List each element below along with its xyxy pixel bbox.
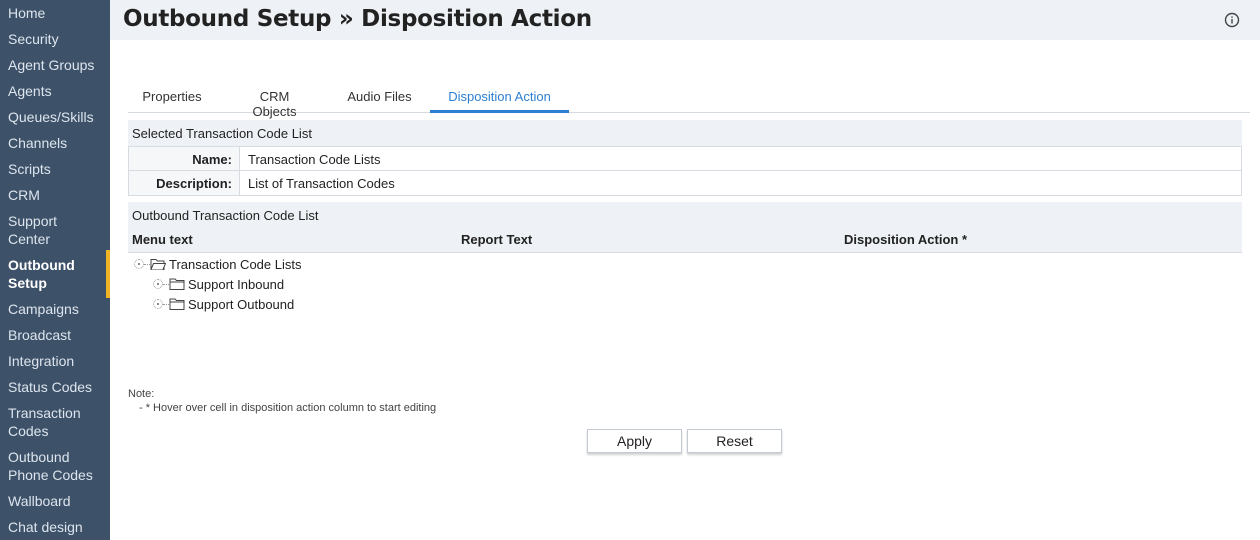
folder-icon [169,298,185,310]
sidebar-item-outbound-phone-codes[interactable]: Outbound Phone Codes [0,448,110,484]
sidebar-item-agents[interactable]: Agents [0,82,110,100]
tree-node-label[interactable]: Support Outbound [188,297,294,312]
tree-toggle-icon[interactable] [153,279,163,289]
note-title: Note: [128,388,155,400]
tab-properties[interactable]: Properties [142,89,202,113]
tab-disposition-action[interactable]: Disposition Action [430,89,569,113]
tree-node-child: Support Inbound [153,275,284,293]
tab-crm-objects[interactable]: CRM Objects [236,89,313,119]
grid-header: Menu text Report Text Disposition Action… [128,227,1242,253]
sidebar-item-scripts[interactable]: Scripts [0,160,110,178]
editing-note: Note: - * Hover over cell in disposition… [128,387,436,415]
reset-button[interactable]: Reset [687,429,782,453]
sidebar-item-crm[interactable]: CRM [0,186,110,204]
sidebar-item-outbound-setup[interactable]: Outbound Setup [0,250,110,298]
tree-node-root: Transaction Code Lists [134,255,301,273]
selected-list-details: Name: Transaction Code Lists Description… [128,146,1242,196]
column-disposition-action[interactable]: Disposition Action * [844,232,967,247]
tree-node-child: Support Outbound [153,295,294,313]
sidebar-item-queues-skills[interactable]: Queues/Skills [0,108,110,126]
folder-icon [169,278,185,290]
outbound-list-section-title: Outbound Transaction Code List [128,202,1242,227]
tree-node-label[interactable]: Transaction Code Lists [169,257,301,272]
tab-bar: Properties CRM Objects Audio Files Dispo… [128,86,1250,119]
sidebar-item-support-center[interactable]: Support Center [0,212,110,248]
sidebar-item-transaction-codes[interactable]: Transaction Codes [0,404,110,440]
sidebar-item-wallboard[interactable]: Wallboard [0,492,110,510]
sidebar-item-home[interactable]: Home [0,4,110,22]
detail-row-description: Description: List of Transaction Codes [129,171,1241,195]
sidebar-item-channels[interactable]: Channels [0,134,110,152]
tree-node-label[interactable]: Support Inbound [188,277,284,292]
column-report-text[interactable]: Report Text [461,232,532,247]
note-text: - * Hover over cell in disposition actio… [139,402,437,414]
name-value: Transaction Code Lists [248,152,381,167]
description-label: Description: [129,171,240,195]
sidebar-item-status-codes[interactable]: Status Codes [0,378,110,396]
sidebar-item-chat-design[interactable]: Chat design [0,518,110,536]
column-menu-text[interactable]: Menu text [132,232,193,247]
page-header: Outbound Setup » Disposition Action [110,0,1260,40]
info-icon[interactable] [1224,12,1240,28]
page-title: Outbound Setup » Disposition Action [123,6,592,32]
detail-row-name: Name: Transaction Code Lists [129,147,1241,171]
folder-open-icon [150,259,166,270]
sidebar: Home Security Agent Groups Agents Queues… [0,0,110,540]
tree-toggle-icon[interactable] [134,259,144,269]
sidebar-item-broadcast[interactable]: Broadcast [0,326,110,344]
sidebar-item-security[interactable]: Security [0,30,110,48]
sidebar-item-integration[interactable]: Integration [0,352,110,370]
name-label: Name: [129,147,240,170]
tree-toggle-icon[interactable] [153,299,163,309]
selected-list-section-title: Selected Transaction Code List [128,120,1242,146]
sidebar-item-agent-groups[interactable]: Agent Groups [0,56,110,74]
apply-button[interactable]: Apply [587,429,682,453]
sidebar-item-campaigns[interactable]: Campaigns [0,300,110,318]
tab-audio-files[interactable]: Audio Files [347,89,412,113]
description-value: List of Transaction Codes [248,176,395,191]
